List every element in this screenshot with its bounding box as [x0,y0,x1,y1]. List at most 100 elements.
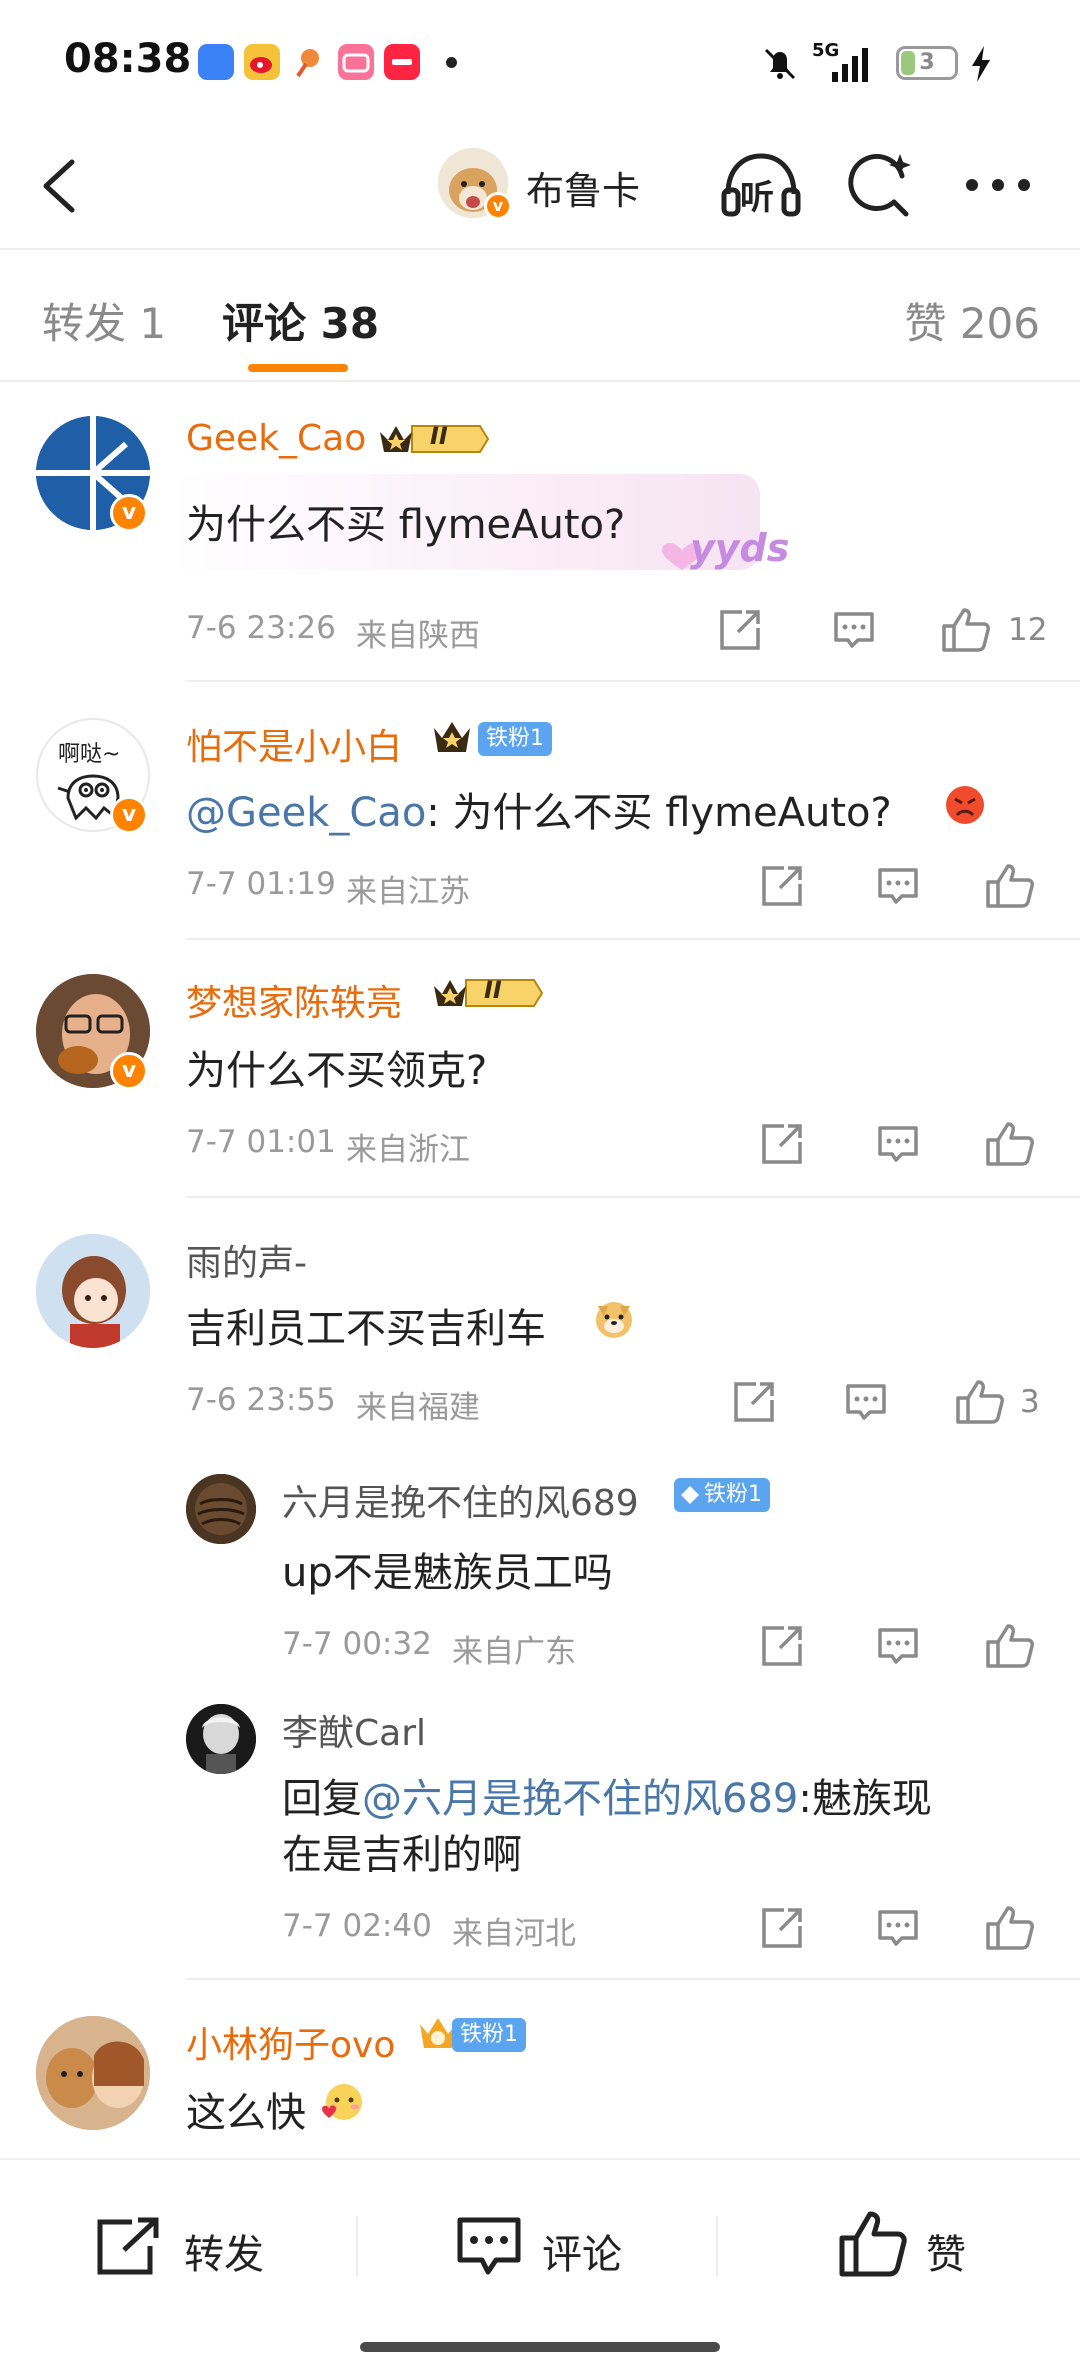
status-time: 08:38 [64,36,192,82]
comment-icon [846,1384,886,1420]
bottom-like-icon[interactable] [836,2208,908,2280]
like-count: 3 [1020,1384,1040,1420]
tabs-divider [0,380,1080,382]
comment-text: : 为什么不买 flymeAuto? [426,790,892,836]
mute-icon [760,44,800,88]
thumbs-up-icon [942,608,990,652]
reply-location: 来自河北 [452,1916,576,1952]
comment-icon [878,1628,918,1664]
reply-button[interactable] [874,1904,922,1952]
diamond-icon [681,1486,699,1504]
bottom-like-button[interactable]: 赞 [926,2222,966,2280]
repost-button[interactable] [758,1120,806,1168]
listen-label: 听 [740,178,774,218]
reply-time: 7-7 02:40 [282,1908,432,1944]
home-indicator[interactable] [360,2342,720,2352]
reply-username[interactable]: 李猷Carl [282,1704,426,1756]
search-button[interactable] [846,150,916,220]
mention-link[interactable]: @六月是挽不住的风689 [362,1776,798,1822]
bilibili-icon [338,44,374,80]
comment-time: 7-6 23:55 [186,1382,336,1418]
yyds-sticker: yyds [660,522,789,582]
comment-separator [186,1196,1080,1198]
listen-button[interactable]: 听 [718,150,804,220]
xiaohongshu-icon [384,44,420,80]
reply-avatar[interactable] [186,1704,256,1774]
reply-text-continued: 在是吉利的啊 [282,1832,522,1878]
member-crown-badge: II [430,974,546,1008]
member-level: II [430,422,448,450]
comment-username[interactable]: 小林狗子ovo [186,2016,395,2068]
comment-time: 7-7 01:19 [186,866,336,902]
thumbs-up-icon [986,1906,1034,1950]
comment-username[interactable]: 雨的声- [186,1234,307,1286]
author-verified-badge: v [484,192,512,220]
weibo-icon [244,44,280,80]
reply-location: 来自广东 [452,1634,576,1670]
comment-location: 来自陕西 [356,618,480,654]
like-button[interactable] [984,1118,1034,1166]
tab-repost[interactable]: 转发 1 [42,290,166,351]
reply-button[interactable] [874,862,922,910]
comment-username[interactable]: 梦想家陈轶亮 [186,974,402,1026]
repost-button[interactable] [716,606,764,654]
reply-button[interactable] [830,606,878,654]
tab-comment[interactable]: 评论 38 [222,290,379,351]
like-button[interactable] [984,1620,1034,1668]
page-title: 布鲁卡 [526,169,641,213]
status-bar: 08:38 5G 3 [0,0,1080,120]
share-icon [720,610,760,650]
bottom-separator [356,2216,358,2276]
verified-badge: v [110,494,148,532]
comment-location: 来自福建 [356,1390,480,1426]
bottom-repost-icon[interactable] [94,2216,164,2278]
comment-icon [834,612,874,648]
tab-active-indicator [248,364,348,372]
repost-button[interactable] [758,1904,806,1952]
repost-button[interactable] [730,1378,778,1426]
comment-text: 吉利员工不买吉利车 [186,1306,546,1352]
comment-username[interactable]: 怕不是小小白 [186,718,402,770]
mention-link[interactable]: @Geek_Cao [186,790,426,836]
fan-badge: 铁粉1 [478,722,552,756]
bottom-repost-button[interactable]: 转发 [184,2222,264,2280]
sticker-text: yyds [690,526,790,570]
like-button[interactable] [940,604,990,652]
comment-text: 为什么不买领克? [186,1048,488,1094]
blush-heart-emoji-icon [320,2080,366,2130]
reply-text: up不是魅族员工吗 [282,1550,613,1596]
member-crown-badge: II [376,420,492,454]
thumbs-up-icon [956,1380,1004,1424]
comment-avatar[interactable] [36,2016,150,2130]
reply-button[interactable] [874,1120,922,1168]
battery-level: 3 [919,50,935,75]
share-icon [762,866,802,906]
like-button[interactable] [984,1902,1034,1950]
reply-text-line: 回复@六月是挽不住的风689:魅族现 [282,1766,932,1824]
like-button[interactable] [984,860,1034,908]
bottom-comment-button[interactable]: 评论 [542,2222,622,2280]
reply-avatar[interactable] [186,1474,256,1544]
reply-button[interactable] [874,1622,922,1670]
fan-badge: 铁粉1 [674,1478,770,1512]
bottom-comment-icon[interactable] [454,2214,524,2280]
back-button[interactable] [36,156,86,216]
comment-time: 7-7 01:01 [186,1124,336,1160]
tab-like[interactable]: 赞 206 [904,290,1040,351]
share-icon [734,1382,774,1422]
reply-button[interactable] [842,1378,890,1426]
comment-icon [878,1910,918,1946]
like-button[interactable] [954,1376,1004,1424]
fan-badge: 铁粉1 [452,2018,526,2052]
repost-button[interactable] [758,1622,806,1670]
comment-username[interactable]: Geek_Cao [186,418,366,459]
share-icon [762,1124,802,1164]
verified-badge: v [110,796,148,834]
share-icon [762,1908,802,1948]
doge-emoji-icon [592,1296,636,1344]
repost-button[interactable] [758,862,806,910]
signal-icon [828,44,872,88]
more-button[interactable] [964,170,1032,200]
reply-username[interactable]: 六月是挽不住的风689 [282,1474,639,1526]
comment-avatar[interactable] [36,1234,150,1348]
